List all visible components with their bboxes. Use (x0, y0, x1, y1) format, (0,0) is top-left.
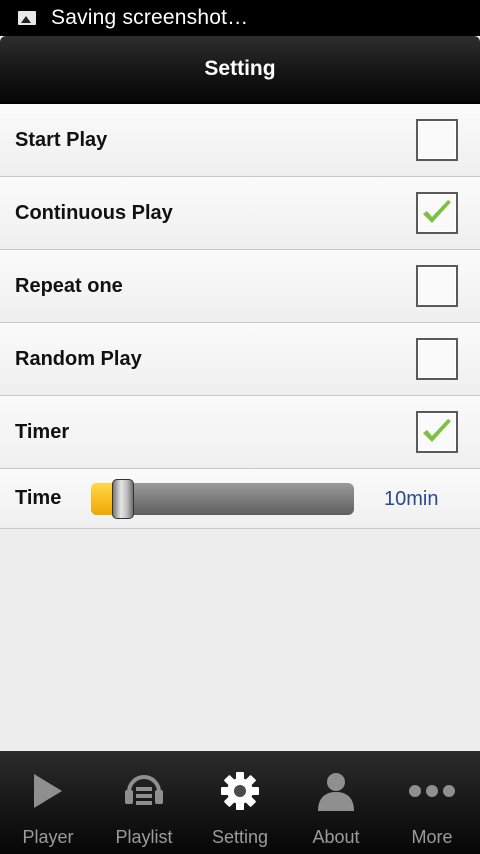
timer-checkbox[interactable] (416, 411, 458, 453)
bottom-nav: Player Playlist Setting About More (0, 751, 480, 854)
setting-label: Timer (15, 420, 70, 443)
setting-row-random-play[interactable]: Random Play (0, 323, 480, 396)
setting-label: Random Play (15, 347, 142, 370)
tab-about[interactable]: About (288, 751, 384, 854)
time-label: Time (15, 487, 62, 509)
status-text: Saving screenshot… (51, 6, 249, 29)
setting-row-continuous-play[interactable]: Continuous Play (0, 177, 480, 250)
settings-list: Start Play Continuous Play Repeat one Ra… (0, 104, 480, 529)
setting-row-repeat-one[interactable]: Repeat one (0, 250, 480, 323)
header-bar: Setting (0, 36, 480, 104)
play-icon (32, 769, 64, 813)
random-play-checkbox[interactable] (416, 338, 458, 380)
setting-row-time: Time 10min (0, 469, 480, 529)
page-title: Setting (204, 57, 276, 80)
checkmark-icon (423, 200, 451, 223)
tab-setting[interactable]: Setting (192, 751, 288, 854)
status-bar: Saving screenshot… (0, 0, 480, 36)
setting-label: Continuous Play (15, 201, 173, 224)
tab-more[interactable]: More (384, 751, 480, 854)
setting-label: Start Play (15, 128, 108, 151)
person-icon (316, 769, 356, 813)
tab-label: Setting (211, 827, 269, 847)
setting-row-start-play[interactable]: Start Play (0, 104, 480, 177)
tab-label: More (411, 827, 453, 847)
repeat-one-checkbox[interactable] (416, 265, 458, 307)
setting-row-timer[interactable]: Timer (0, 396, 480, 469)
continuous-play-checkbox[interactable] (416, 192, 458, 234)
tab-playlist[interactable]: Playlist (96, 751, 192, 854)
setting-label: Repeat one (15, 274, 123, 297)
tab-label: About (312, 827, 360, 847)
more-dots-icon (408, 769, 456, 813)
tab-player[interactable]: Player (0, 751, 96, 854)
time-slider-thumb[interactable] (111, 479, 134, 519)
tab-label: Playlist (115, 827, 173, 847)
tab-label: Player (22, 827, 74, 847)
playlist-icon (123, 769, 165, 813)
start-play-checkbox[interactable] (416, 119, 458, 161)
image-icon (18, 11, 36, 25)
time-value: 10min (384, 488, 439, 510)
gear-icon (220, 769, 260, 813)
checkmark-icon (423, 419, 451, 442)
